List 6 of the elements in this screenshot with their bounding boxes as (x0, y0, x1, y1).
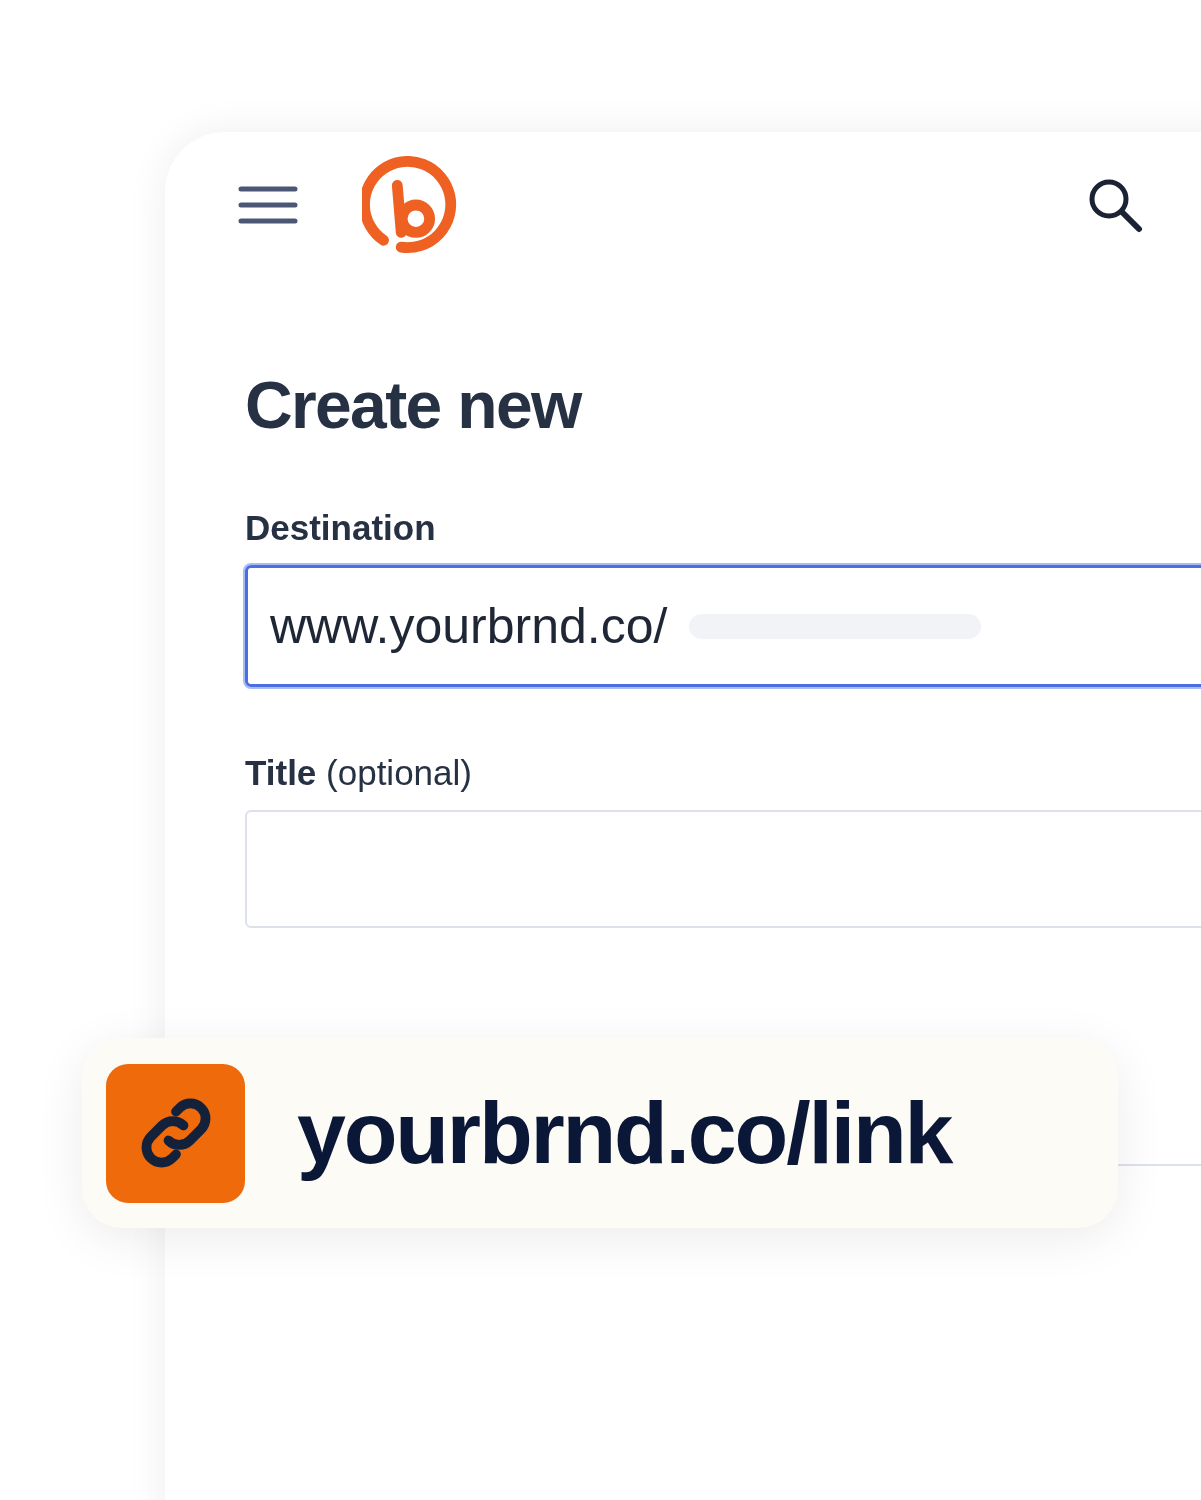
field-label: Destination (245, 510, 437, 545)
link-icon (106, 1063, 245, 1203)
page-heading: Create new (245, 372, 583, 438)
menu-icon[interactable] (238, 184, 298, 225)
field-label: Title (optional) (245, 755, 473, 790)
input-field[interactable]: www.yourbrnd.co/ (245, 565, 1201, 687)
